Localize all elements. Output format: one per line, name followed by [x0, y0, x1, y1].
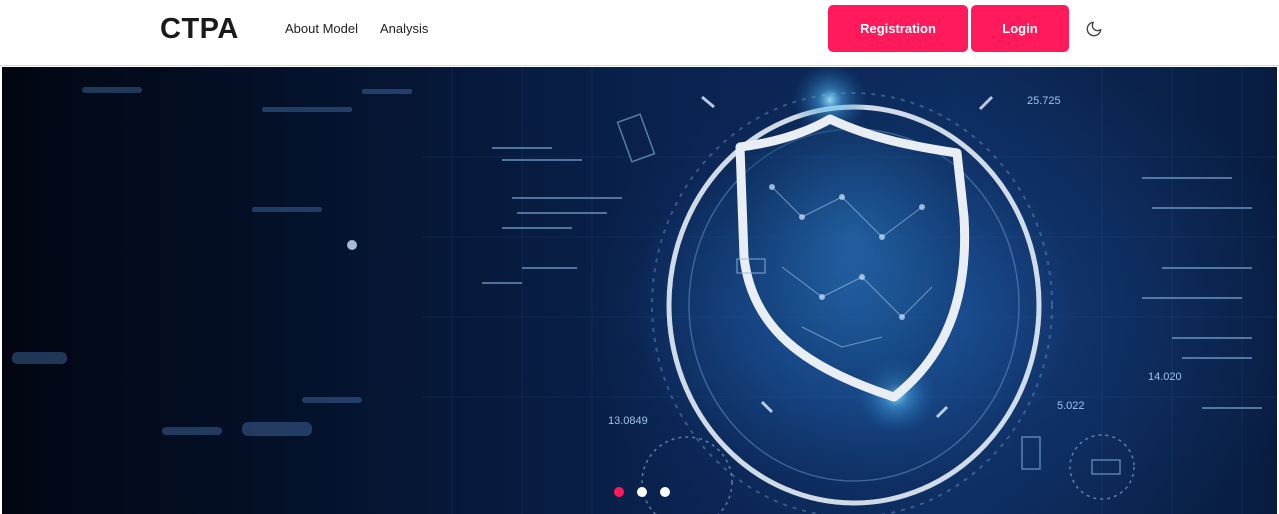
hud-number-label: 25.725 — [1027, 95, 1061, 107]
hud-number-label: 13.0849 — [608, 415, 648, 427]
hud-number-label: 5.022 — [1057, 400, 1085, 412]
registration-button[interactable]: Registration — [828, 5, 968, 52]
brand-logo[interactable]: CTPA — [160, 13, 239, 46]
carousel-indicators — [2, 487, 1277, 499]
nav-link-analysis[interactable]: Analysis — [380, 21, 428, 36]
hero-carousel: 13.0849 14.020 25.725 5.022 — [2, 67, 1277, 514]
nav-link-about-model[interactable]: About Model — [285, 21, 358, 36]
hero-cyber-security-image: 13.0849 14.020 25.725 5.022 — [12, 67, 1277, 514]
moon-icon[interactable] — [1083, 18, 1105, 40]
carousel-dot-2[interactable] — [636, 487, 647, 497]
top-navbar: CTPA About Model Analysis Registration L… — [0, 0, 1279, 66]
carousel-dot-1[interactable] — [613, 487, 624, 497]
hud-number-label: 14.020 — [1148, 371, 1182, 383]
login-button[interactable]: Login — [971, 5, 1069, 52]
carousel-dot-3[interactable] — [659, 487, 670, 497]
